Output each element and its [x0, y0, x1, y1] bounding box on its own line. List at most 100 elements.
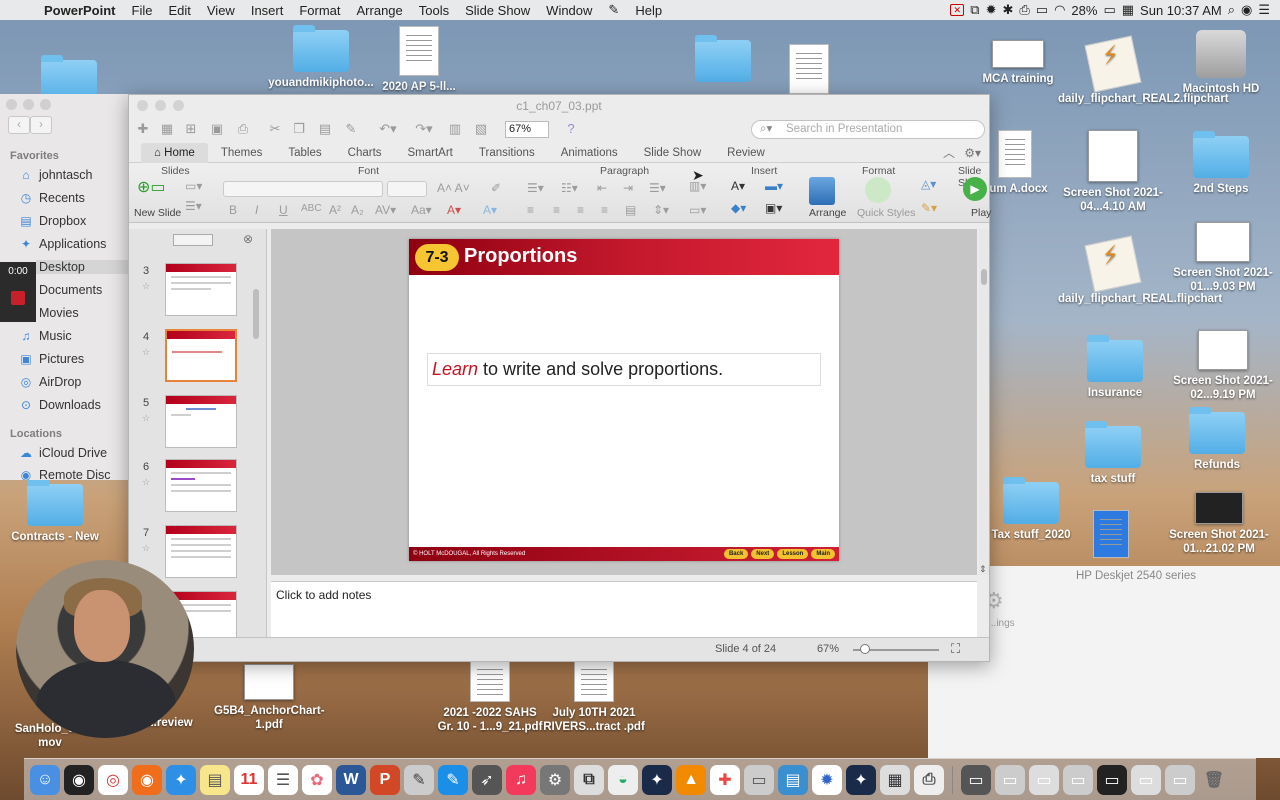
- desktop-folder-insurance[interactable]: Insurance: [1060, 335, 1170, 400]
- xcode-dock-icon[interactable]: ✦: [642, 764, 672, 795]
- siri-icon[interactable]: ◉: [1241, 2, 1252, 18]
- desktop-file-g5b4-anchor-chart[interactable]: G5B4_AnchorChart-1.pdf: [214, 664, 325, 732]
- recent-window-1-dock-icon[interactable]: ▭: [961, 764, 991, 795]
- finder-close-button[interactable]: [6, 99, 17, 110]
- font-color-icon[interactable]: A▾: [447, 203, 461, 217]
- safari-dock-icon[interactable]: ✦: [166, 764, 196, 795]
- slide-main-button[interactable]: Main: [811, 549, 835, 559]
- photo-booth-dock-icon[interactable]: ▦: [880, 764, 910, 795]
- slide-title[interactable]: Proportions: [464, 245, 577, 268]
- desktop-folder-2nd-steps[interactable]: 2nd Steps: [1166, 131, 1276, 196]
- templates-icon[interactable]: ▦: [159, 121, 175, 137]
- sidebar-item-pictures[interactable]: ▣ Pictures: [18, 352, 138, 366]
- canvas-scrollbar[interactable]: ⇕: [979, 229, 989, 575]
- desktop-file-2020-ap[interactable]: 2020 AP 5-ll...: [364, 26, 474, 94]
- desktop-screenshot-2021-01-a[interactable]: Screen Shot 2021-01...9.03 PM: [1168, 222, 1278, 294]
- learn-textbox[interactable]: Learn to write and solve proportions.: [427, 353, 821, 386]
- media-icon[interactable]: ▣▾: [765, 201, 782, 215]
- thumbnails-scrollbar[interactable]: [253, 289, 259, 339]
- xcode2-dock-icon[interactable]: ✦: [846, 764, 876, 795]
- menu-arrange[interactable]: Arrange: [349, 3, 411, 18]
- paste-icon[interactable]: ▤: [317, 121, 333, 137]
- menu-slide-show[interactable]: Slide Show: [457, 3, 538, 18]
- spotlight-search-icon[interactable]: ⌕: [1228, 2, 1235, 18]
- font-name-dropdown[interactable]: [223, 181, 383, 197]
- desktop-file-flipchart-real[interactable]: daily_flipchart_REAL.flipchart: [1058, 235, 1222, 306]
- sidebar-item-desktop[interactable]: Desktop: [36, 260, 142, 274]
- sidebar-item-icloud-drive[interactable]: ☁ iCloud Drive: [18, 446, 138, 460]
- decrease-indent-icon[interactable]: ⇤: [597, 181, 607, 195]
- sidebar-item-remote-disc[interactable]: ◉ Remote Disc: [18, 469, 138, 480]
- picture-icon[interactable]: ▬▾: [765, 179, 783, 193]
- bold-icon[interactable]: B: [229, 203, 237, 217]
- tab-slide-show[interactable]: Slide Show: [631, 143, 715, 163]
- menu-window[interactable]: Window: [538, 3, 600, 18]
- finder-dock-icon[interactable]: ☺: [30, 764, 60, 795]
- tab-home[interactable]: ⌂ Home: [141, 142, 208, 163]
- thumbnail-view-toggle[interactable]: [173, 234, 213, 246]
- numbering-icon[interactable]: ☷▾: [561, 181, 578, 195]
- italic-icon[interactable]: I: [255, 203, 258, 217]
- screen-recorder-widget[interactable]: 0:00: [0, 262, 36, 322]
- print-icon[interactable]: ⎙: [235, 121, 251, 137]
- layout-icon[interactable]: ▭▾: [185, 179, 202, 193]
- change-case-icon[interactable]: Aa▾: [411, 203, 432, 217]
- increase-indent-icon[interactable]: ⇥: [623, 181, 633, 195]
- copy-icon[interactable]: ❐: [291, 121, 307, 137]
- text-box-icon[interactable]: A▾: [731, 179, 745, 193]
- calendar-dock-icon[interactable]: 11: [234, 764, 264, 795]
- shape-icon[interactable]: ◆▾: [731, 201, 746, 215]
- section-icon[interactable]: ☰▾: [185, 199, 202, 213]
- status-zoom[interactable]: 67%: [817, 643, 839, 655]
- textedit-dock-icon[interactable]: ✎: [438, 764, 468, 795]
- play-button[interactable]: Play: [971, 207, 991, 219]
- new-slide-button[interactable]: New Slide: [134, 207, 181, 219]
- app-menu[interactable]: PowerPoint: [36, 3, 124, 18]
- distribute-icon[interactable]: ▤: [625, 203, 636, 217]
- subscript-icon[interactable]: A₂: [351, 203, 364, 217]
- recent-window-5-dock-icon[interactable]: ▭: [1097, 764, 1127, 795]
- chrome-dock-icon[interactable]: ◎: [98, 764, 128, 795]
- line-spacing-icon[interactable]: ☰▾: [649, 181, 666, 195]
- new-slide-icon[interactable]: ⊕▭: [137, 177, 166, 197]
- recent-window-3-dock-icon[interactable]: ▭: [1029, 764, 1059, 795]
- desktop-folder-tax-stuff-2020[interactable]: Tax stuff_2020: [976, 477, 1086, 542]
- recent-window-6-dock-icon[interactable]: ▭: [1131, 764, 1161, 795]
- font-size-up-icon[interactable]: A˄ A˅: [437, 181, 470, 195]
- menu-help[interactable]: Help: [627, 3, 670, 18]
- sidebar-item-recents[interactable]: ◷ Recents: [18, 191, 138, 205]
- quick-styles-icon[interactable]: [865, 177, 891, 203]
- tab-transitions[interactable]: Transitions: [466, 143, 548, 163]
- bullets-icon[interactable]: ☰▾: [527, 181, 544, 195]
- stop-recording-button[interactable]: [11, 291, 25, 305]
- zoom-field[interactable]: 67%: [505, 121, 549, 138]
- save-icon[interactable]: ▣: [209, 121, 225, 137]
- trash-dock-icon[interactable]: 🗑: [1199, 765, 1229, 795]
- tab-tables[interactable]: Tables: [275, 143, 334, 163]
- align-center-icon[interactable]: ≡: [553, 203, 560, 217]
- photos-dock-icon[interactable]: ✿: [302, 764, 332, 795]
- zoom-slider-knob[interactable]: [860, 644, 870, 654]
- sidebar-toggle-icon[interactable]: ▧: [473, 121, 489, 137]
- recent-window-4-dock-icon[interactable]: ▭: [1063, 764, 1093, 795]
- notification-center-icon[interactable]: ☰: [1258, 2, 1270, 18]
- sidebar-item-airdrop[interactable]: ◎ AirDrop: [18, 375, 138, 389]
- sidebar-item-downloads[interactable]: ⊙ Downloads: [18, 398, 138, 412]
- script-editor-dock-icon[interactable]: ✎: [404, 764, 434, 795]
- airplay-icon[interactable]: ▭: [1036, 2, 1048, 18]
- finder-back-button[interactable]: ‹: [8, 116, 30, 134]
- close-status-icon[interactable]: ✕: [950, 4, 965, 16]
- desktop-folder-contracts-new[interactable]: Contracts - New: [0, 479, 110, 544]
- sidebar-item-johntasch[interactable]: ⌂ johntasch: [18, 168, 138, 182]
- reminders-dock-icon[interactable]: ☰: [268, 764, 298, 795]
- arrange-button[interactable]: Arrange: [809, 207, 846, 219]
- underline-icon[interactable]: U: [279, 203, 288, 217]
- disk-utility-dock-icon[interactable]: ◒: [608, 764, 638, 795]
- desktop-doc-blue[interactable]: [1088, 510, 1134, 562]
- script-menu-icon[interactable]: ✎: [600, 2, 627, 18]
- launchpad-dock-icon[interactable]: ➶: [472, 764, 502, 795]
- music-dock-icon[interactable]: ♫: [506, 764, 536, 795]
- new-doc-icon[interactable]: ✚: [135, 121, 151, 137]
- desktop-folder-youandmiki[interactable]: youandmikiphoto...: [266, 25, 376, 90]
- clock[interactable]: Sun 10:37 AM: [1140, 3, 1222, 18]
